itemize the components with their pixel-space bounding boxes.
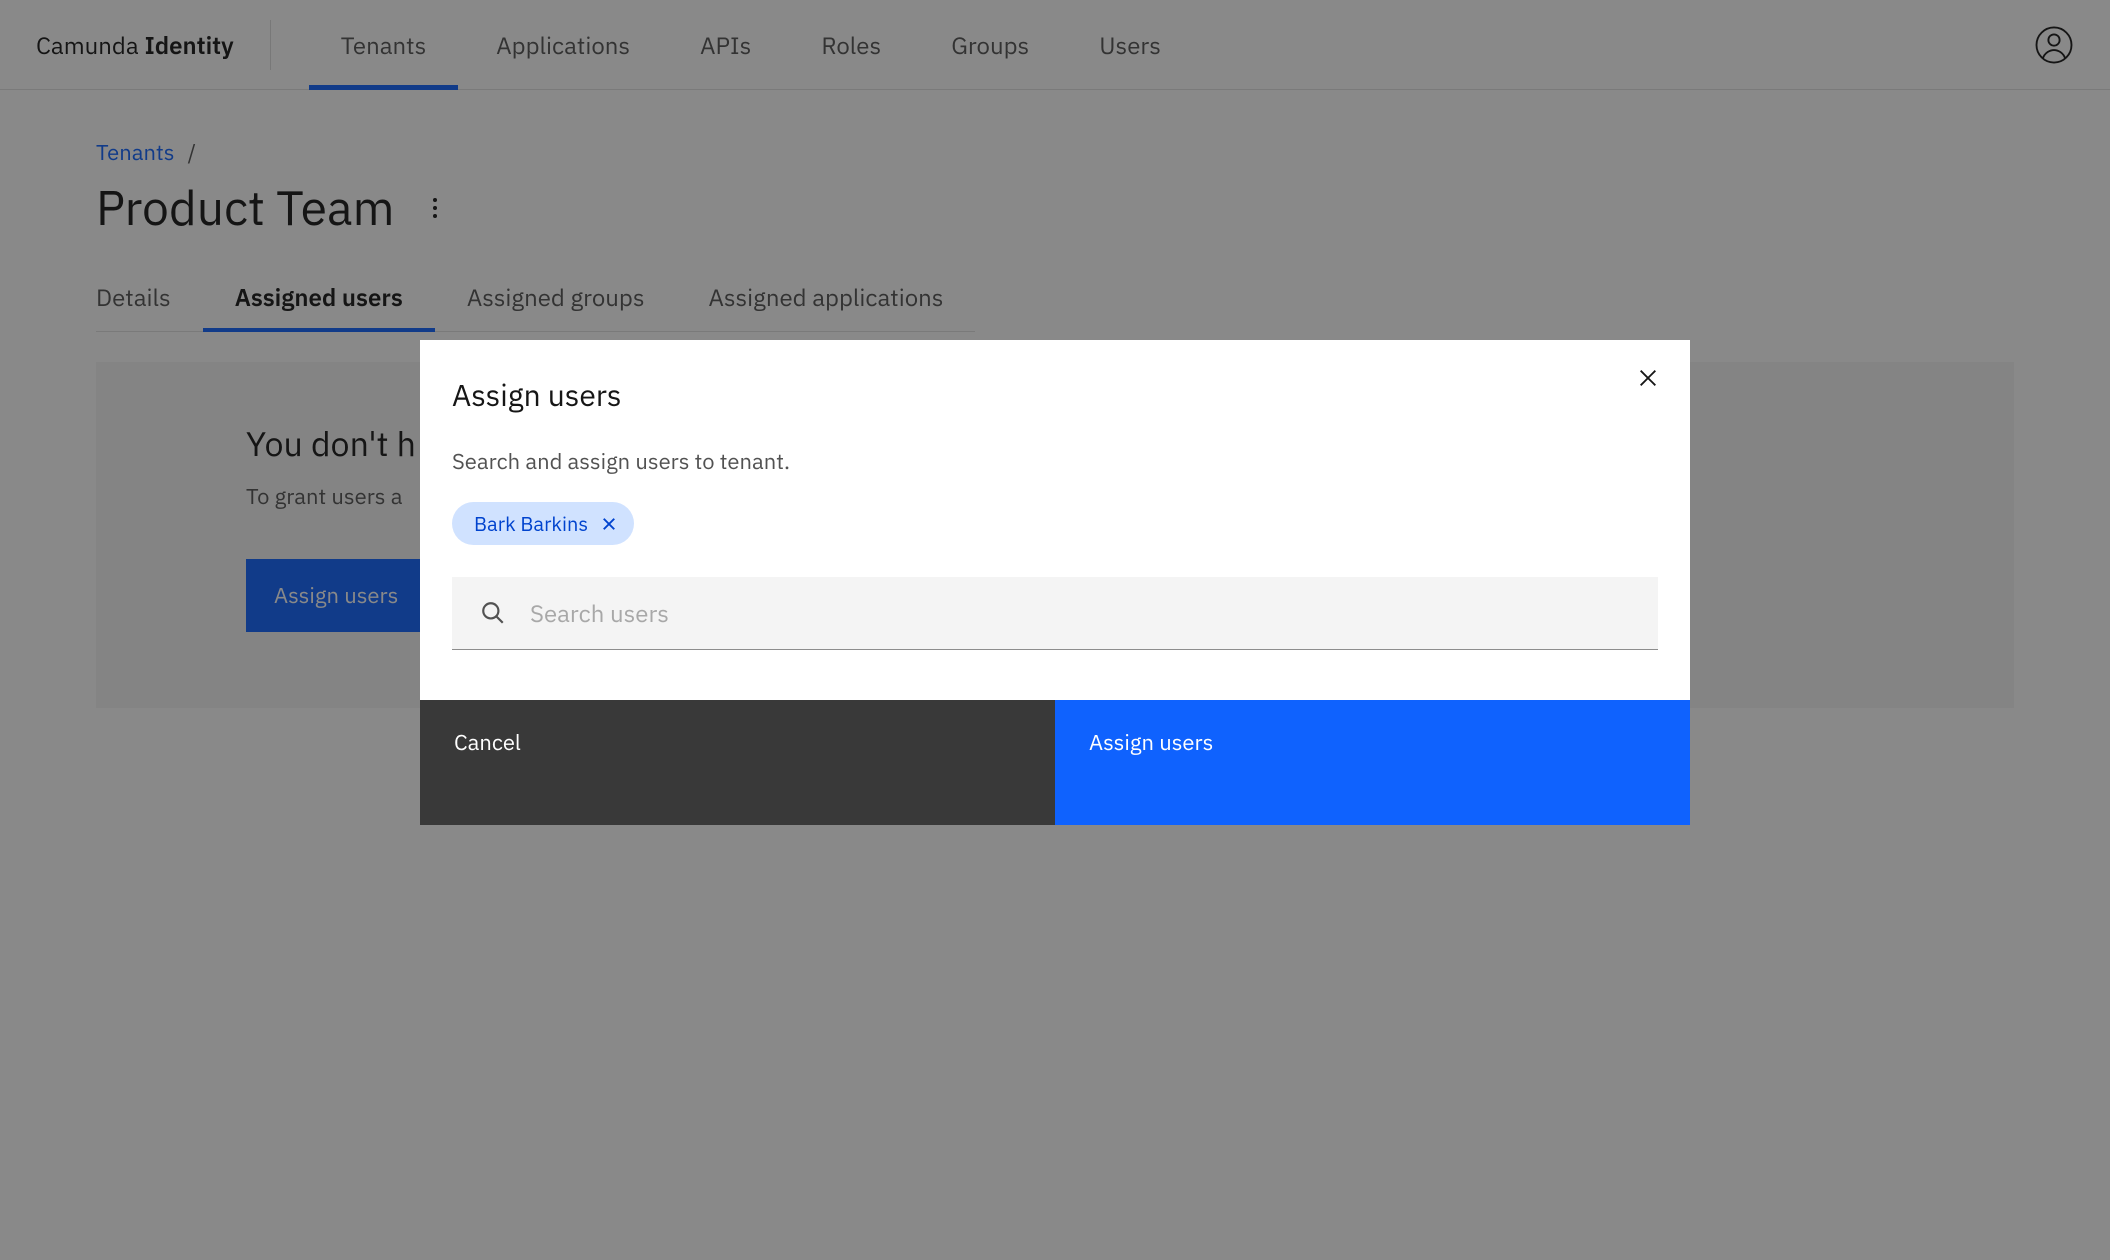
search-users-field[interactable] <box>452 577 1658 650</box>
modal-title: Assign users <box>452 376 1658 415</box>
cancel-button[interactable]: Cancel <box>420 700 1055 825</box>
assign-users-modal: Assign users Search and assign users to … <box>420 340 1690 825</box>
search-input[interactable] <box>530 597 1630 629</box>
modal-footer: Cancel Assign users <box>420 700 1690 825</box>
close-icon[interactable] <box>1628 358 1668 398</box>
user-chip: Bark Barkins <box>452 502 634 545</box>
remove-chip-icon[interactable] <box>602 517 616 531</box>
modal-subtitle: Search and assign users to tenant. <box>452 447 1658 476</box>
user-chip-label: Bark Barkins <box>474 510 588 537</box>
confirm-assign-button[interactable]: Assign users <box>1055 700 1690 825</box>
search-icon <box>480 600 506 626</box>
selected-users-chips: Bark Barkins <box>452 502 1658 545</box>
modal-body: Assign users Search and assign users to … <box>420 340 1690 700</box>
